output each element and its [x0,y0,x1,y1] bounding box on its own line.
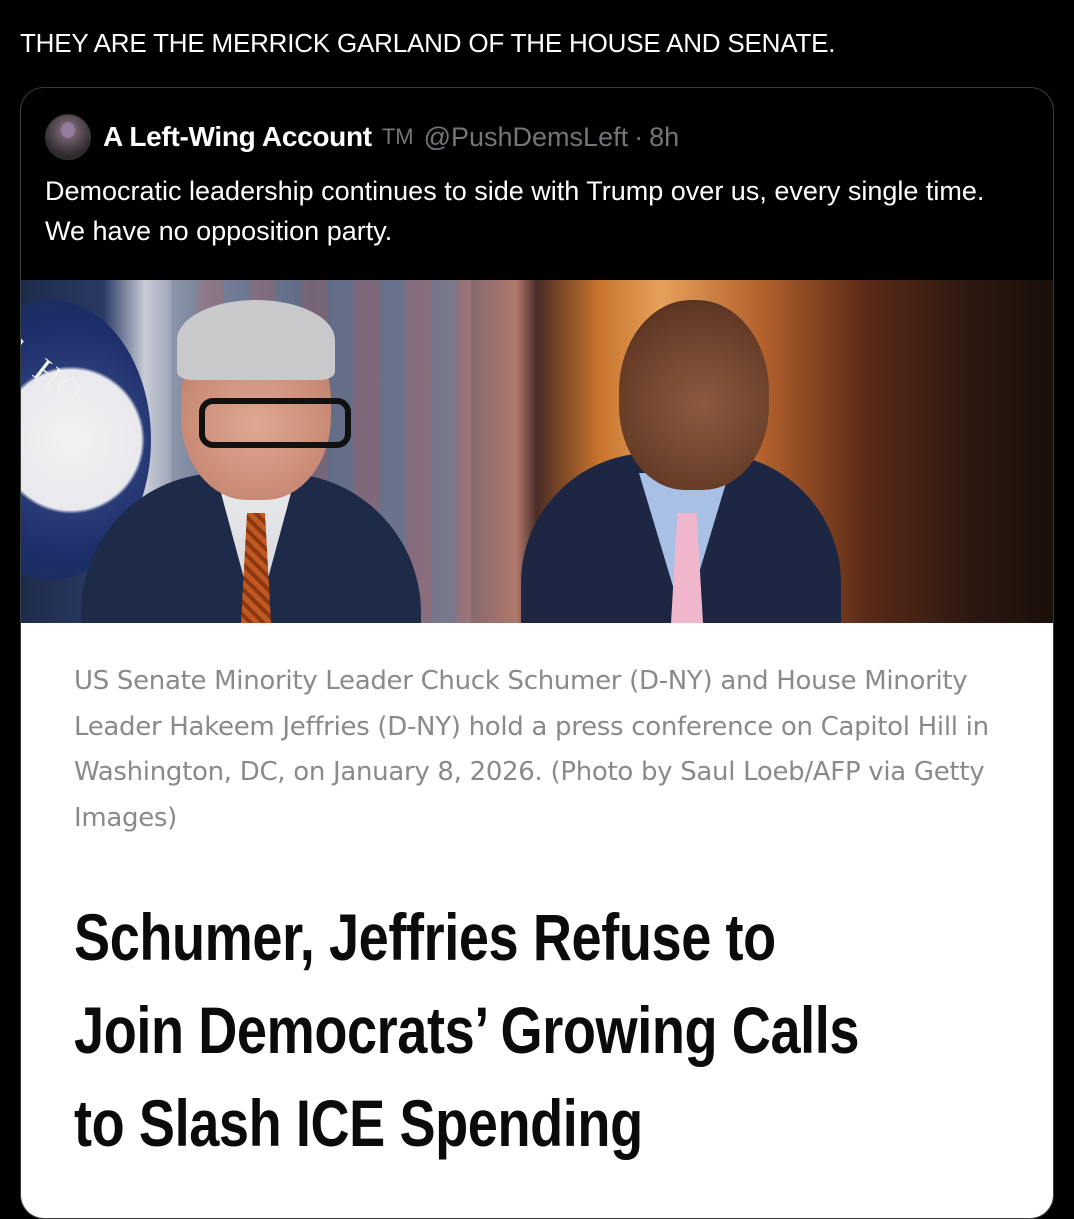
display-name[interactable]: A Left-Wing Account [103,121,372,153]
quoted-post-card[interactable]: A Left-Wing Account TM @PushDemsLeft · 8… [20,87,1054,1219]
quoted-post-text: Democratic leadership continues to side … [45,176,985,246]
quoted-post-header: A Left-Wing Account TM @PushDemsLeft · 8… [45,114,679,160]
article-headline[interactable]: Schumer, Jeffries Refuse to Join Democra… [74,891,861,1170]
tm-badge: TM [381,124,414,149]
article-photo[interactable]: U.S. HO [21,280,1053,623]
post-text: THEY ARE THE MERRICK GARLAND OF THE HOUS… [20,28,836,58]
person-right-figure [521,300,841,623]
user-avatar-icon[interactable] [45,114,91,160]
person-left-figure [81,300,421,623]
user-handle[interactable]: @PushDemsLeft [424,122,629,153]
photo-caption: US Senate Minority Leader Chuck Schumer … [74,666,989,833]
article-preview[interactable]: US Senate Minority Leader Chuck Schumer … [21,623,1053,1218]
separator-dot: · [634,121,644,152]
post-timestamp[interactable]: 8h [649,122,679,153]
